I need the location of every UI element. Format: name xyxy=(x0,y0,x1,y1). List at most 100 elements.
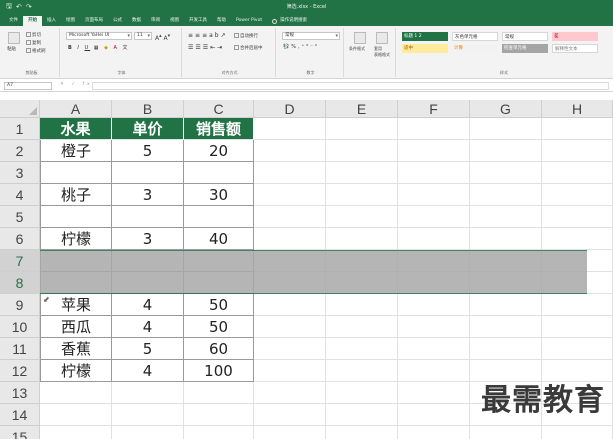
border-icon[interactable]: ▦ xyxy=(94,45,101,51)
cell-h9[interactable] xyxy=(542,294,613,316)
column-header-g[interactable]: G xyxy=(470,100,542,118)
phonetic-icon[interactable]: 文 xyxy=(123,45,130,51)
cell-a9[interactable]: 苹果 xyxy=(40,294,112,316)
cell-e11[interactable] xyxy=(326,338,398,360)
cell-c4[interactable]: 30 xyxy=(184,184,254,206)
cell-style-3[interactable]: 差 xyxy=(552,32,598,41)
cell-b9[interactable]: 4 xyxy=(112,294,184,316)
cell-e5[interactable] xyxy=(326,206,398,228)
cell-c11[interactable]: 60 xyxy=(184,338,254,360)
cell-d15[interactable] xyxy=(254,426,326,439)
column-header-b[interactable]: B xyxy=(112,100,184,118)
row-header-2[interactable]: 2 xyxy=(0,140,40,162)
merge-center-button[interactable]: 合并后居中 xyxy=(234,45,263,51)
cell-f12[interactable] xyxy=(398,360,470,382)
name-box[interactable]: A7 xyxy=(4,82,52,90)
cell-f4[interactable] xyxy=(398,184,470,206)
italic-button[interactable]: I xyxy=(77,45,80,51)
cell-f5[interactable] xyxy=(398,206,470,228)
cell-g15[interactable] xyxy=(470,426,542,439)
cell-e1[interactable] xyxy=(326,118,398,140)
cell-d1[interactable] xyxy=(254,118,326,140)
cell-c1[interactable]: 销售额 xyxy=(184,118,254,140)
cell-e6[interactable] xyxy=(326,228,398,250)
row-header-4[interactable]: 4 xyxy=(0,184,40,206)
cell-b12[interactable]: 4 xyxy=(112,360,184,382)
cell-a12[interactable]: 柠檬 xyxy=(40,360,112,382)
cell-b11[interactable]: 5 xyxy=(112,338,184,360)
row-header-15[interactable]: 15 xyxy=(0,426,40,439)
enter-icon[interactable]: ✓ xyxy=(71,82,78,87)
cell-e3[interactable] xyxy=(326,162,398,184)
cell-d9[interactable] xyxy=(254,294,326,316)
cell-h11[interactable] xyxy=(542,338,613,360)
cell-e9[interactable] xyxy=(326,294,398,316)
cancel-icon[interactable]: ✕ xyxy=(60,82,67,87)
cell-f14[interactable] xyxy=(398,404,470,426)
cell-c15[interactable] xyxy=(184,426,254,439)
row-header-11[interactable]: 11 xyxy=(0,338,40,360)
tab-11[interactable]: Power Pivot xyxy=(231,16,267,26)
cell-b4[interactable]: 3 xyxy=(112,184,184,206)
align-center-icon[interactable]: ☰ xyxy=(195,44,202,51)
cell-d11[interactable] xyxy=(254,338,326,360)
cell-g2[interactable] xyxy=(470,140,542,162)
cell-b5[interactable] xyxy=(112,206,184,228)
cell-c6[interactable]: 40 xyxy=(184,228,254,250)
column-header-d[interactable]: D xyxy=(254,100,326,118)
cell-c5[interactable] xyxy=(184,206,254,228)
font-name-select[interactable]: Microsoft YaHei UI xyxy=(66,32,132,40)
cell-a13[interactable] xyxy=(40,382,112,404)
cell-h6[interactable] xyxy=(542,228,613,250)
table-format-button[interactable]: 套用 表格格式 xyxy=(374,46,390,58)
cell-g11[interactable] xyxy=(470,338,542,360)
tell-me-search[interactable]: 操作说明搜索 xyxy=(267,16,312,26)
cell-f6[interactable] xyxy=(398,228,470,250)
copy-button[interactable]: 复制 xyxy=(26,40,41,46)
cell-d12[interactable] xyxy=(254,360,326,382)
cell-e13[interactable] xyxy=(326,382,398,404)
tab-4[interactable]: 页面布局 xyxy=(80,16,108,26)
column-header-e[interactable]: E xyxy=(326,100,398,118)
orientation-icon[interactable]: ab↗ xyxy=(209,32,228,39)
cell-f11[interactable] xyxy=(398,338,470,360)
tab-5[interactable]: 公式 xyxy=(108,16,127,26)
select-all-corner[interactable] xyxy=(0,100,40,118)
tab-0[interactable]: 文件 xyxy=(4,16,23,26)
cell-a5[interactable] xyxy=(40,206,112,228)
cell-g6[interactable] xyxy=(470,228,542,250)
cell-h10[interactable] xyxy=(542,316,613,338)
column-header-h[interactable]: H xyxy=(542,100,613,118)
cell-style-5[interactable]: 计算 xyxy=(452,44,498,53)
cell-e2[interactable] xyxy=(326,140,398,162)
cell-b14[interactable] xyxy=(112,404,184,426)
tab-2[interactable]: 插入 xyxy=(42,16,61,26)
cell-h2[interactable] xyxy=(542,140,613,162)
cell-style-2[interactable]: 常规 xyxy=(502,32,548,41)
row-header-10[interactable]: 10 xyxy=(0,316,40,338)
percent-icon[interactable]: % xyxy=(291,44,298,50)
cell-f2[interactable] xyxy=(398,140,470,162)
cell-c10[interactable]: 50 xyxy=(184,316,254,338)
cell-b10[interactable]: 4 xyxy=(112,316,184,338)
number-format-select[interactable]: 常规 xyxy=(282,32,340,40)
decrease-decimal-icon[interactable]: ⁻⁰ xyxy=(310,44,319,50)
cell-a4[interactable]: 桃子 xyxy=(40,184,112,206)
cell-style-6[interactable]: 检查单元格 xyxy=(502,44,548,53)
grow-font-icon[interactable]: A▴ A▾ xyxy=(155,33,170,42)
column-header-f[interactable]: F xyxy=(398,100,470,118)
cell-f15[interactable] xyxy=(398,426,470,439)
increase-decimal-icon[interactable]: ⁺⁰ xyxy=(302,44,311,50)
cell-b13[interactable] xyxy=(112,382,184,404)
row-header-14[interactable]: 14 xyxy=(0,404,40,426)
cell-f1[interactable] xyxy=(398,118,470,140)
wrap-text-button[interactable]: 自动换行 xyxy=(234,33,258,39)
cell-d3[interactable] xyxy=(254,162,326,184)
align-middle-icon[interactable]: ≡ xyxy=(195,32,202,39)
paste-icon[interactable] xyxy=(8,32,20,44)
fill-color-icon[interactable]: ◆ xyxy=(104,45,110,51)
cell-d6[interactable] xyxy=(254,228,326,250)
cell-g5[interactable] xyxy=(470,206,542,228)
format-painter-button[interactable]: 格式刷 xyxy=(26,48,46,54)
cell-a1[interactable]: 水果 xyxy=(40,118,112,140)
